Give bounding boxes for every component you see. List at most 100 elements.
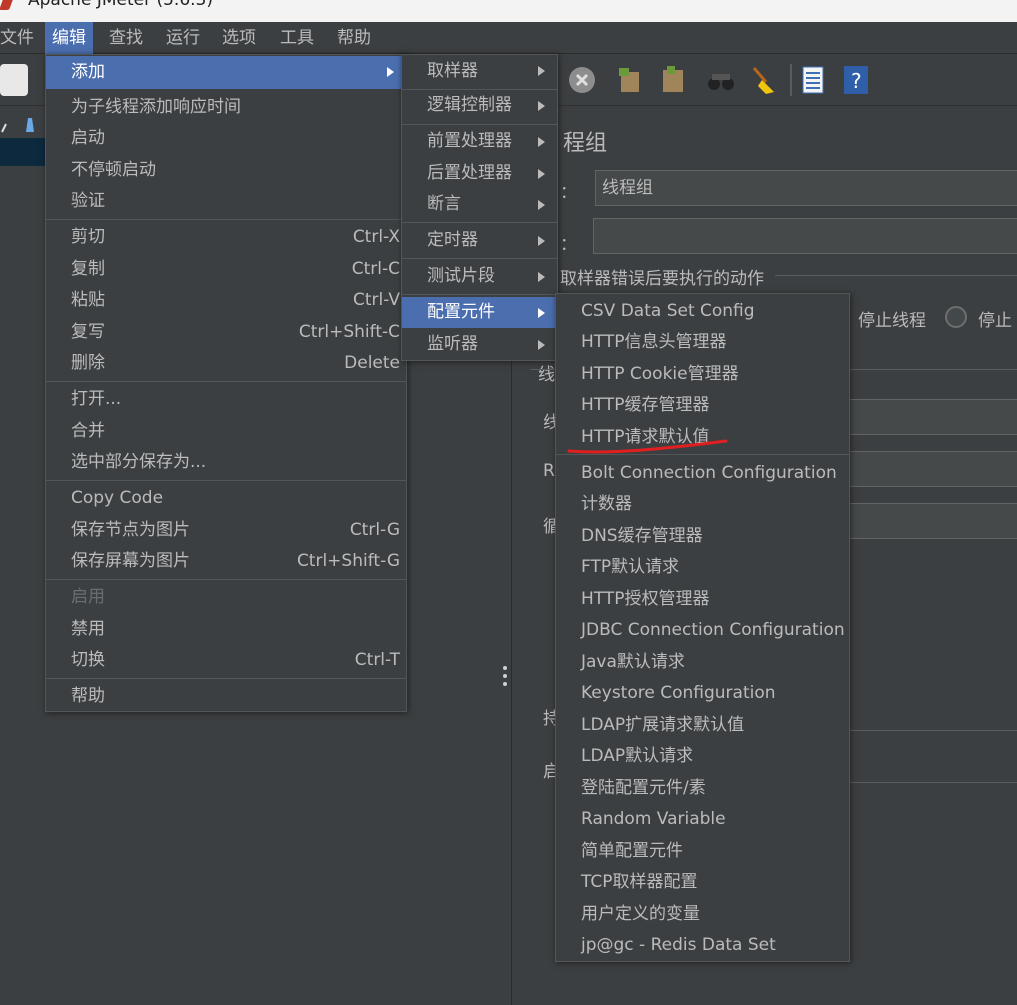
menu-item-auth-manager[interactable]: HTTP授权管理器 xyxy=(556,584,849,615)
menu-item-add-response-time[interactable]: 为子线程添加响应时间 xyxy=(46,92,406,123)
submenu-arrow-icon xyxy=(538,340,545,350)
menu-item-copy[interactable]: 复制 Ctrl-C xyxy=(46,254,406,285)
menu-item-user-defined-variables[interactable]: 用户定义的变量 xyxy=(556,899,849,930)
clear-all-icon[interactable] xyxy=(657,64,689,96)
menu-item-label: 监听器 xyxy=(427,334,478,354)
menu-item-validate[interactable]: 验证 xyxy=(46,186,406,217)
menu-run[interactable]: 运行 xyxy=(159,22,207,54)
section-divider xyxy=(775,275,1017,276)
menu-file[interactable]: 文件 xyxy=(0,22,41,54)
menu-item-disable[interactable]: 禁用 xyxy=(46,614,406,645)
menu-item-label: 剪切 xyxy=(71,227,105,247)
menu-item-cut[interactable]: 剪切 Ctrl-X xyxy=(46,222,406,253)
menu-item-postprocessor[interactable]: 后置处理器 xyxy=(402,158,557,189)
menu-item-dns-cache[interactable]: DNS缓存管理器 xyxy=(556,521,849,552)
menu-item-label: 后置处理器 xyxy=(427,163,512,183)
menu-item-cookie-manager[interactable]: HTTP Cookie管理器 xyxy=(556,359,849,390)
menu-item-config-element[interactable]: 配置元件 xyxy=(402,297,557,328)
threads-field[interactable] xyxy=(848,399,1017,435)
menu-item-listener[interactable]: 监听器 xyxy=(402,329,557,360)
loop-field[interactable] xyxy=(848,503,1017,539)
menu-item-label: 测试片段 xyxy=(427,266,495,286)
menu-item-tcp-config[interactable]: TCP取样器配置 xyxy=(556,867,849,898)
menu-item-logic-controller[interactable]: 逻辑控制器 xyxy=(402,90,557,124)
menu-item-label: 添加 xyxy=(71,62,105,82)
add-submenu: 取样器 逻辑控制器 前置处理器 后置处理器 断言 定时器 测试片段 配置元件 监… xyxy=(401,54,558,361)
comment-field[interactable] xyxy=(593,218,1017,254)
jmeter-logo-icon xyxy=(0,0,15,10)
menu-item-copy-code[interactable]: Copy Code xyxy=(46,483,406,514)
stop-test-radio[interactable] xyxy=(945,306,967,328)
menu-item-keystore[interactable]: Keystore Configuration xyxy=(556,678,849,709)
menu-item-label: 保存节点为图片 xyxy=(71,520,190,540)
menu-item-jdbc-connection[interactable]: JDBC Connection Configuration xyxy=(556,615,849,646)
menu-item-preprocessor[interactable]: 前置处理器 xyxy=(402,126,557,157)
menu-separator xyxy=(46,678,406,679)
menu-item-save-node-image[interactable]: 保存节点为图片 Ctrl-G xyxy=(46,515,406,546)
menu-separator xyxy=(46,579,406,580)
menu-item-start-no-pause[interactable]: 不停顿启动 xyxy=(46,155,406,186)
menu-item-save-selection[interactable]: 选中部分保存为... xyxy=(46,447,406,478)
menu-item-label: 取样器 xyxy=(427,61,478,81)
submenu-arrow-icon xyxy=(538,200,545,210)
menu-help[interactable]: 帮助 xyxy=(330,22,378,54)
config-element-submenu: CSV Data Set Config HTTP信息头管理器 HTTP Cook… xyxy=(555,293,850,962)
menu-shortcut: Ctrl+Shift-C xyxy=(298,322,400,342)
menu-item-label: 切换 xyxy=(71,650,105,670)
menu-item-timer[interactable]: 定时器 xyxy=(402,225,557,256)
menu-item-help[interactable]: 帮助 xyxy=(46,681,406,712)
menu-separator xyxy=(402,124,557,125)
menu-item-delete[interactable]: 删除 Delete xyxy=(46,348,406,379)
new-icon[interactable] xyxy=(0,64,28,96)
menu-item-random-variable[interactable]: Random Variable xyxy=(556,804,849,835)
menu-item-save-screen-image[interactable]: 保存屏幕为图片 Ctrl+Shift-G xyxy=(46,546,406,577)
menu-edit[interactable]: 编辑 xyxy=(45,22,93,54)
menu-search[interactable]: 查找 xyxy=(102,22,150,54)
function-list-icon[interactable] xyxy=(797,64,829,96)
menu-item-java-defaults[interactable]: Java默认请求 xyxy=(556,647,849,678)
menu-item-label: 粘贴 xyxy=(71,290,105,310)
menu-item-login-config[interactable]: 登陆配置元件/素 xyxy=(556,773,849,804)
tree-node-icons xyxy=(1,118,34,133)
menu-item-ldap-ext-defaults[interactable]: LDAP扩展请求默认值 xyxy=(556,710,849,741)
menu-item-header-manager[interactable]: HTTP信息头管理器 xyxy=(556,327,849,358)
submenu-arrow-icon xyxy=(538,308,545,318)
menu-options[interactable]: 选项 xyxy=(215,22,263,54)
search-binoculars-icon[interactable] xyxy=(705,64,737,96)
splitter-grip-dot xyxy=(503,666,507,670)
menu-item-redis-data-set[interactable]: jp@gc - Redis Data Set xyxy=(556,930,849,961)
comment-label: ： xyxy=(560,235,577,255)
menu-item-cache-manager[interactable]: HTTP缓存管理器 xyxy=(556,390,849,421)
menu-item-assertion[interactable]: 断言 xyxy=(402,189,557,220)
menu-bar: 文件 编辑 查找 运行 选项 工具 帮助 xyxy=(0,22,1017,54)
menu-separator xyxy=(46,480,406,481)
menu-shortcut: Delete xyxy=(344,353,400,373)
menu-item-toggle[interactable]: 切换 Ctrl-T xyxy=(46,645,406,676)
menu-item-ldap-defaults[interactable]: LDAP默认请求 xyxy=(556,741,849,772)
rampup-field[interactable] xyxy=(848,451,1017,487)
menu-item-csv-data-set[interactable]: CSV Data Set Config xyxy=(556,296,849,327)
clear-icon[interactable] xyxy=(613,64,645,96)
menu-shortcut: Ctrl-X xyxy=(352,227,400,247)
menu-item-start[interactable]: 启动 xyxy=(46,123,406,154)
menu-item-bolt-connection[interactable]: Bolt Connection Configuration xyxy=(556,458,849,489)
menu-item-sampler[interactable]: 取样器 xyxy=(402,55,557,89)
submenu-arrow-icon xyxy=(538,169,545,179)
menu-item-open[interactable]: 打开... xyxy=(46,384,406,415)
panel-title: 程组 xyxy=(563,131,608,156)
stop-icon[interactable] xyxy=(566,64,598,96)
menu-tools[interactable]: 工具 xyxy=(273,22,321,54)
name-field[interactable]: 线程组 xyxy=(595,170,1017,206)
menu-item-paste[interactable]: 粘贴 Ctrl-V xyxy=(46,285,406,316)
menu-item-merge[interactable]: 合并 xyxy=(46,416,406,447)
menu-item-counter[interactable]: 计数器 xyxy=(556,489,849,520)
menu-item-test-fragment[interactable]: 测试片段 xyxy=(402,261,557,292)
menu-item-add[interactable]: 添加 xyxy=(46,56,406,89)
reset-broom-icon[interactable] xyxy=(748,64,780,96)
menu-item-duplicate[interactable]: 复写 Ctrl+Shift-C xyxy=(46,317,406,348)
menu-item-simple-config[interactable]: 简单配置元件 xyxy=(556,836,849,867)
menu-item-ftp-defaults[interactable]: FTP默认请求 xyxy=(556,552,849,583)
error-action-label: 取样器错误后要执行的动作 xyxy=(560,269,764,289)
menu-separator xyxy=(402,258,557,259)
help-icon[interactable]: ? xyxy=(840,64,872,96)
